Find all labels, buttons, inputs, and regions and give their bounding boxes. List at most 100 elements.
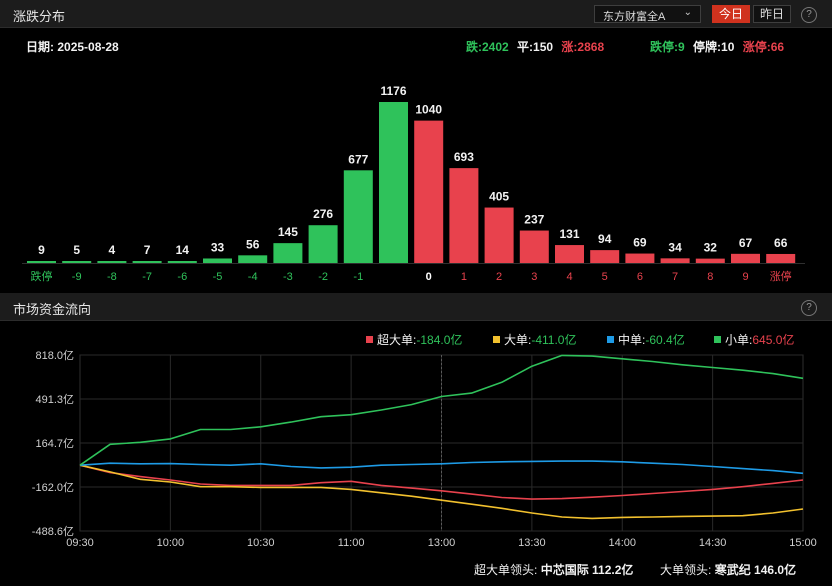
x-tick-label: -5 (213, 271, 223, 283)
legend-swatch (366, 336, 373, 343)
panel-title: 市场资金流向 (13, 302, 92, 317)
flat-count: 150 (533, 40, 554, 54)
bar (97, 261, 127, 263)
bar-value-label: 7 (144, 243, 151, 257)
y-tick-label: 491.3亿 (35, 393, 74, 406)
super-large-leader: 超大单领头: 中芯国际 112.2亿 (474, 561, 633, 578)
flat-label: 平: (517, 40, 534, 54)
x-tick-label: 6 (637, 271, 643, 283)
today-button[interactable]: 今日 (712, 5, 750, 23)
x-tick-label: 10:30 (247, 537, 275, 549)
legend-swatch (493, 336, 500, 343)
large-leader: 大单领头: 寒武纪 146.0亿 (660, 561, 796, 578)
bar (519, 230, 549, 263)
x-tick-label: 13:00 (428, 537, 456, 549)
help-icon[interactable]: ? (801, 300, 817, 316)
bar-value-label: 276 (313, 207, 333, 221)
bar (27, 261, 56, 263)
bar-value-label: 131 (559, 227, 579, 241)
x-tick-label: -1 (353, 271, 363, 283)
up-label: 涨: (561, 40, 578, 54)
yesterday-button[interactable]: 昨日 (753, 5, 791, 23)
x-tick-label: 4 (566, 271, 572, 283)
bar (203, 258, 232, 263)
y-tick-label: 164.7亿 (35, 437, 74, 450)
bar-value-label: 5 (73, 243, 80, 257)
bar-value-label: 33 (211, 240, 225, 254)
y-tick-label: -162.0亿 (32, 481, 74, 494)
x-tick-label: -2 (318, 271, 328, 283)
bar-value-label: 34 (668, 240, 682, 254)
leader-value: 146.0亿 (754, 563, 797, 577)
leader-name: 中芯国际 (540, 563, 589, 577)
bar (62, 261, 92, 263)
legend-swatch (714, 336, 721, 343)
x-tick-label: -7 (142, 271, 152, 283)
bar (167, 261, 197, 263)
x-tick-label: 0 (426, 271, 432, 283)
x-tick-label: -6 (177, 271, 187, 283)
bar-value-label: 1176 (380, 84, 406, 98)
x-tick-label: 15:00 (789, 537, 817, 549)
x-tick-label: 11:00 (338, 537, 365, 549)
x-tick-label: 7 (672, 271, 678, 283)
bar (343, 170, 373, 263)
leader-label: 大单领头: (660, 563, 712, 577)
bar-value-label: 405 (489, 190, 509, 204)
leader-value: 112.2亿 (592, 563, 634, 577)
x-tick-label: 5 (602, 271, 608, 283)
x-tick-label: 3 (531, 271, 537, 283)
chevron-down-icon: ⌄ (683, 7, 692, 18)
bar-value-label: 237 (524, 213, 544, 227)
market-select-value: 东方财富全A (603, 11, 666, 23)
x-tick-label: 09:30 (66, 537, 94, 549)
x-tick-label: 8 (707, 271, 713, 283)
date-label: 日期: (26, 40, 54, 54)
leader-name: 寒武纪 (714, 563, 751, 577)
bar-value-label: 67 (739, 236, 753, 250)
x-tick-label: 1 (461, 271, 467, 283)
bar-value-label: 32 (704, 241, 718, 255)
x-tick-label: 13:30 (518, 537, 546, 549)
bar (590, 250, 620, 263)
advance-decline-info: 跌:2402 平:150 涨:2868 (466, 38, 604, 55)
limit-info: 跌停:9 停牌:10 涨停:66 (650, 38, 784, 55)
limit-down-label: 跌停: (650, 40, 678, 54)
bar (414, 120, 444, 263)
bar-value-label: 69 (633, 236, 647, 250)
bar-value-label: 66 (774, 236, 788, 250)
distribution-panel-header: 涨跌分布 东方财富全A ⌄ 今日 昨日 ? (0, 0, 832, 28)
date-info: 日期: 2025-08-28 (26, 38, 119, 55)
bar (132, 261, 162, 263)
x-tick-label: -9 (72, 271, 82, 283)
limit-up-label: 涨停: (742, 40, 771, 54)
bar (660, 258, 690, 263)
bar-value-label: 56 (246, 237, 260, 251)
legend-swatch (607, 336, 614, 343)
panel-title: 涨跌分布 (13, 9, 66, 24)
suspended-count: 10 (721, 40, 735, 54)
help-icon[interactable]: ? (801, 7, 817, 23)
limit-up-count: 66 (770, 40, 785, 54)
market-select[interactable]: 东方财富全A ⌄ (594, 5, 701, 23)
x-tick-label: 2 (496, 271, 502, 283)
x-tick-label: 9 (742, 271, 748, 283)
down-label: 跌: (466, 40, 482, 54)
bar-value-label: 9 (38, 243, 45, 257)
up-count: 2868 (577, 40, 605, 54)
bar-value-label: 14 (176, 243, 190, 257)
fund-flow-panel-header: 市场资金流向 ? (0, 293, 832, 321)
x-tick-label: -3 (283, 271, 293, 283)
bar-value-label: 94 (598, 232, 612, 246)
limit-down-count: 9 (678, 40, 685, 54)
bar (308, 225, 338, 263)
bar (273, 243, 303, 263)
bar (731, 253, 760, 263)
fund-flow-line-chart: 818.0亿491.3亿164.7亿-162.0亿-488.6亿09:30 10:… (32, 349, 817, 549)
x-tick-label: 14:30 (699, 537, 727, 549)
x-tick-label: -8 (107, 271, 117, 283)
x-tick-label: 10:00 (157, 537, 185, 549)
bar-value-label: 145 (278, 225, 298, 239)
distribution-bar-chart: 9 5 4 7 14 33 5614527667711761040693405237131 9… (22, 84, 805, 283)
bar (766, 253, 796, 263)
